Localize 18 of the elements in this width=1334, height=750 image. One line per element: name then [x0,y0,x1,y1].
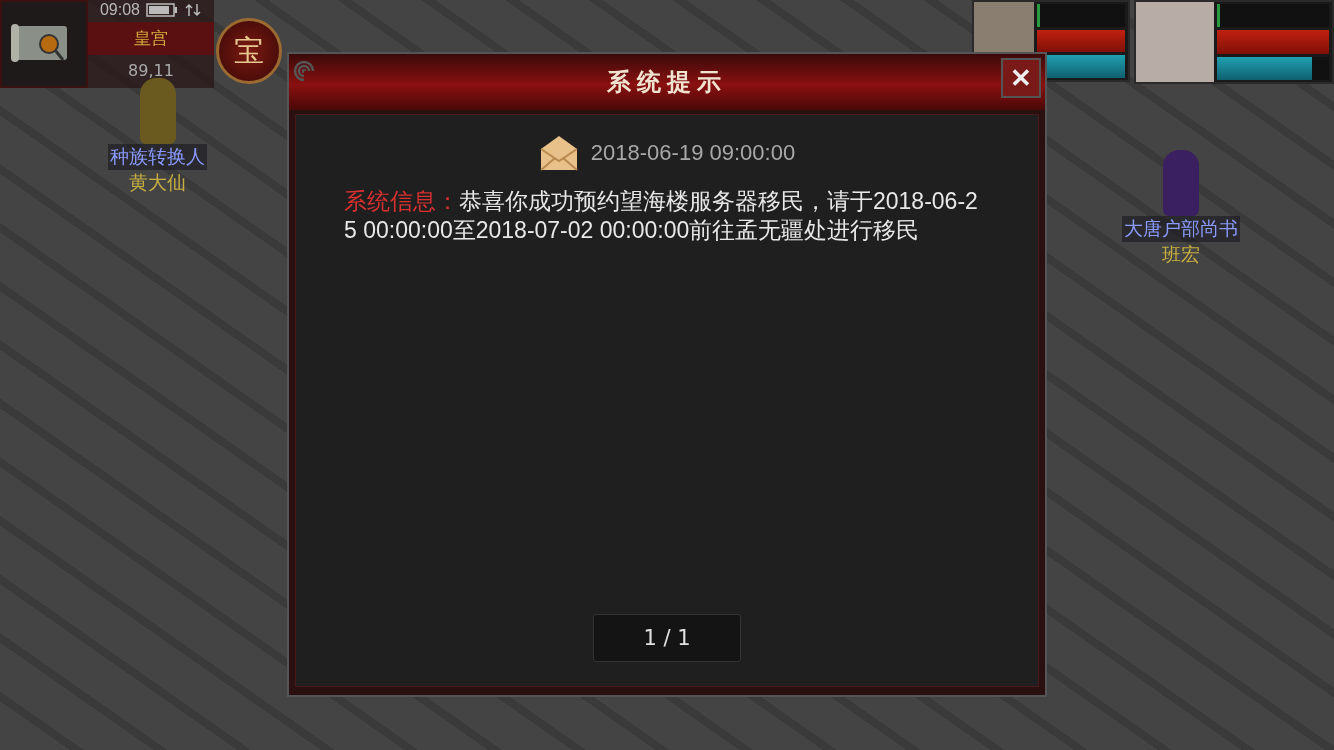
battery-icon [146,3,178,17]
map-scroll-icon[interactable] [0,0,88,88]
message-date: 2018-06-19 09:00:00 [590,140,796,166]
dialog-title: 系统提示 [607,66,727,98]
clock-time: 09:08 [99,1,140,19]
npc-name: 班宏 [1162,242,1200,267]
swirl-ornament-icon [293,60,315,82]
close-button[interactable]: ✕ [1001,58,1041,98]
envelope-icon [538,133,579,173]
data-arrows-icon [184,3,202,17]
npc-title: 大唐户部尚书 [1122,216,1240,242]
message-text: 系统信息：恭喜你成功预约望海楼服务器移民，请于2018-06-25 00:00:00至2018-07-02 00:00:00前往孟无疆处进行移民 [344,187,979,245]
page-indicator: 1 / 1 [593,614,741,662]
npc-title: 种族转换人 [108,144,207,170]
location-name: 皇宫 [88,22,214,55]
portrait-frame[interactable] [1134,0,1334,84]
map-coordinates: 89,11 [128,61,174,80]
npc-name: 黄大仙 [129,170,186,195]
